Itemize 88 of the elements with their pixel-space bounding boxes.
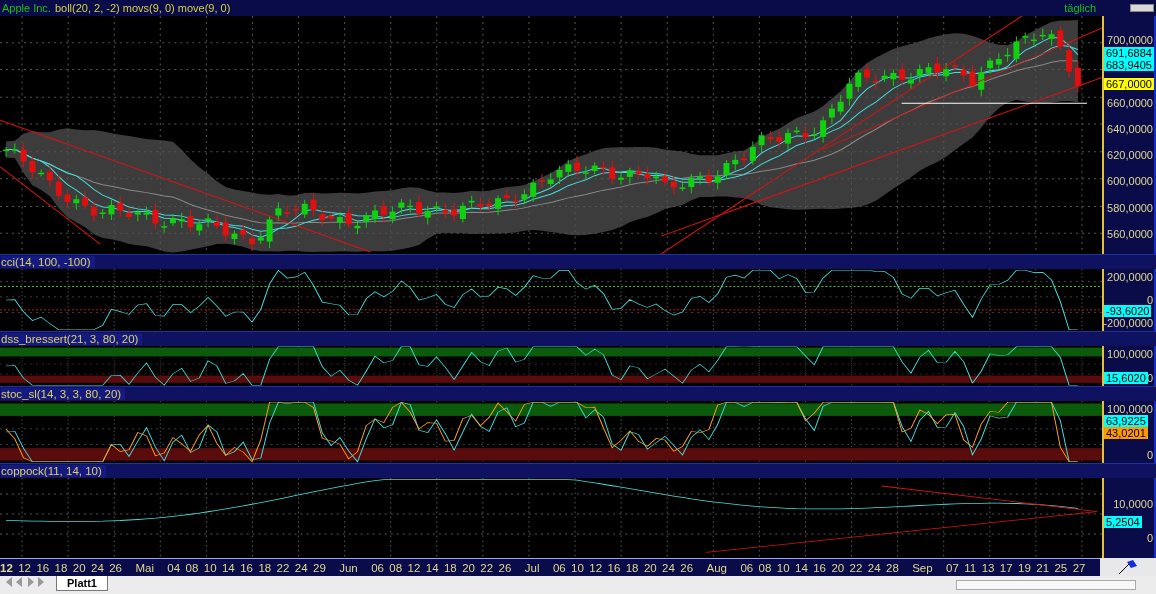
period-label: täglich (1064, 2, 1096, 14)
date-label: 22 (849, 561, 863, 574)
date-label: 26 (109, 561, 122, 574)
axis-label: 100,0000 (1107, 348, 1154, 360)
indicator-title: dss_bressert(21, 3, 80, 20) (1, 333, 143, 345)
axis-label: 0 (1146, 294, 1154, 306)
date-label: 12 (18, 561, 31, 574)
axis-label: 640,0000 (1107, 122, 1154, 135)
date-label: 20 (72, 561, 86, 574)
date-label: 10 (571, 561, 584, 574)
sheet-tab[interactable]: Platt1 (56, 576, 108, 591)
date-label: 24 (662, 561, 675, 574)
axis-label: -200,0000 (1103, 317, 1154, 329)
date-label: 17 (999, 561, 1013, 574)
date-label: 08 (389, 561, 403, 574)
axis-label: 0 (1146, 532, 1154, 544)
date-label: 14 (221, 561, 235, 574)
date-label: 16 (813, 561, 826, 574)
symbol-name: Apple Inc. (2, 2, 51, 14)
date-label: 22 (276, 561, 290, 574)
date-label: 21 (1036, 561, 1050, 574)
date-label: 18 (443, 561, 457, 574)
value-badge: -93,6020 (1104, 305, 1152, 317)
axis-label: 560,0000 (1107, 227, 1154, 240)
axis-label: 200,0000 (1107, 271, 1154, 283)
date-label: 06 (740, 561, 754, 574)
date-label: 12 (407, 561, 421, 574)
date-label: 04 (167, 561, 181, 574)
date-label: 22 (480, 561, 494, 574)
date-label: 20 (643, 561, 657, 574)
value-badge: 63,9225 (1104, 415, 1148, 427)
date-label: 27 (1072, 561, 1086, 574)
date-label: 14 (425, 561, 439, 574)
axis-label: 700,0000 (1107, 34, 1154, 46)
date-label: 19 (1018, 561, 1031, 574)
date-label: 26 (680, 561, 694, 574)
date-label: 16 (36, 561, 50, 574)
date-label: 28 (886, 561, 899, 574)
date-label: 18 (258, 561, 272, 574)
value-badge: 5,2504 (1104, 516, 1142, 528)
date-label: 16 (607, 561, 621, 574)
date-label: 18 (625, 561, 639, 574)
date-label: Jun (339, 561, 358, 574)
date-label: 20 (462, 561, 475, 574)
date-label: 11 (964, 561, 977, 574)
date-label: 16 (240, 561, 253, 574)
axis-label: 100,0000 (1107, 403, 1154, 415)
date-label: 24 (867, 561, 881, 574)
date-label: 29 (313, 561, 326, 574)
axis-label: 620,0000 (1107, 149, 1154, 162)
indicator-list: boll(20, 2, -2) movs(9, 0) move(9, 0) (54, 2, 1061, 14)
date-label: 18 (54, 561, 68, 574)
date-label: Aug (706, 561, 727, 574)
date-label: Sep (912, 561, 933, 574)
axis-label: 600,0000 (1107, 175, 1154, 188)
axis-label: 660,0000 (1107, 96, 1154, 109)
date-label: 25 (1054, 561, 1068, 574)
horizontal-scrollbar[interactable] (956, 580, 1136, 590)
axis-label: 10,0000 (1113, 498, 1154, 510)
date-label: 24 (294, 561, 308, 574)
date-label: 13 (981, 561, 995, 574)
date-label: 08 (185, 561, 199, 574)
value-badge: 43,0201 (1104, 427, 1148, 439)
flag-icon[interactable] (1117, 559, 1139, 575)
date-label: 12 (589, 561, 603, 574)
date-label: 07 (946, 561, 959, 574)
date-label: 10 (776, 561, 790, 574)
date-label: 14 (795, 561, 808, 574)
date-label: 10 (203, 561, 217, 574)
value-badge: 683,9405 (1104, 59, 1154, 71)
date-label: 20 (831, 561, 845, 574)
date-label: 08 (758, 561, 772, 574)
scroll-thumb[interactable] (1130, 4, 1154, 12)
value-badge: 691,6884 (1104, 47, 1154, 59)
indicator-title: cci(14, 100, -100) (1, 256, 95, 268)
indicator-title: stoc_sl(14, 3, 3, 80, 20) (1, 388, 126, 400)
indicator-title: coppock(11, 14, 10) (1, 465, 106, 477)
date-label: Jul (524, 561, 540, 574)
axis-label: 0 (1146, 449, 1154, 461)
axis-label: 580,0000 (1107, 201, 1154, 214)
date-label: 06 (552, 561, 566, 574)
value-badge: 667,0000 (1104, 78, 1154, 90)
date-label: 26 (498, 561, 512, 574)
date-label: 12 (0, 561, 13, 574)
value-badge: 15,6020 (1104, 372, 1148, 384)
date-label: Mai (135, 561, 154, 574)
date-label: 24 (91, 561, 104, 574)
date-label: 06 (371, 561, 384, 574)
